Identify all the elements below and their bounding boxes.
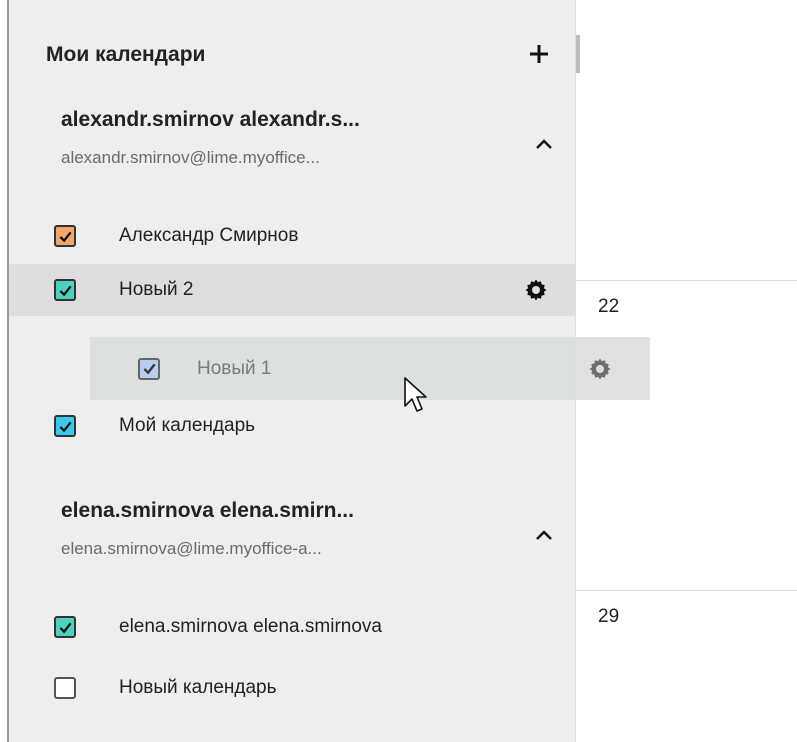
chevron-up-icon xyxy=(536,139,552,149)
calendar-label: elena.smirnova elena.smirnova xyxy=(119,616,382,637)
checkmark-icon xyxy=(59,231,72,242)
calendar-label: Новый календарь xyxy=(119,677,277,698)
week-divider xyxy=(576,280,797,281)
checkmark-icon xyxy=(59,285,72,296)
window-left-border xyxy=(0,0,9,742)
collapse-account-button[interactable] xyxy=(531,131,557,157)
account-email: elena.smirnova@lime.myoffice-a... xyxy=(61,539,322,558)
calendar-checkbox[interactable] xyxy=(54,225,76,247)
panel-resize-handle[interactable] xyxy=(576,35,580,73)
dragged-calendar-item[interactable]: Новый 1 xyxy=(90,337,650,400)
calendar-checkbox[interactable] xyxy=(54,415,76,437)
collapse-account-button[interactable] xyxy=(531,522,557,548)
calendar-checkbox[interactable] xyxy=(54,677,76,699)
week-divider xyxy=(576,590,797,591)
calendar-label: Александр Смирнов xyxy=(119,225,299,246)
calendar-checkbox[interactable] xyxy=(54,616,76,638)
calendar-item[interactable]: Мой календарь xyxy=(9,400,575,452)
calendar-item[interactable]: Александр Смирнов xyxy=(9,210,575,262)
add-calendar-button[interactable] xyxy=(525,38,553,70)
account-email: alexandr.smirnov@lime.myoffice... xyxy=(61,148,320,167)
calendar-label: Новый 1 xyxy=(197,357,272,379)
gear-icon[interactable] xyxy=(524,278,548,302)
plus-icon xyxy=(530,45,548,63)
arrow-cursor-icon xyxy=(404,377,427,412)
calendar-label: Мой календарь xyxy=(119,415,256,436)
day-number[interactable]: 29 xyxy=(598,606,619,628)
calendar-checkbox xyxy=(138,357,160,380)
checkmark-icon xyxy=(59,622,72,633)
calendar-item[interactable]: Новый календарь xyxy=(9,662,575,714)
calendar-item[interactable]: elena.smirnova elena.smirnova xyxy=(9,601,575,653)
checkmark-icon xyxy=(59,421,72,432)
checkmark-icon xyxy=(143,363,156,375)
panel-title: Мои календари xyxy=(46,43,206,66)
calendar-item[interactable]: Новый 2 xyxy=(9,264,575,316)
calendar-label: Новый 2 xyxy=(119,279,194,300)
calendar-checkbox[interactable] xyxy=(54,279,76,301)
chevron-up-icon xyxy=(536,530,552,540)
account-name: alexandr.smirnov alexandr.s... xyxy=(61,108,360,131)
gear-icon xyxy=(589,358,611,379)
day-number[interactable]: 22 xyxy=(598,296,619,318)
account-name: elena.smirnova elena.smirn... xyxy=(61,499,354,522)
